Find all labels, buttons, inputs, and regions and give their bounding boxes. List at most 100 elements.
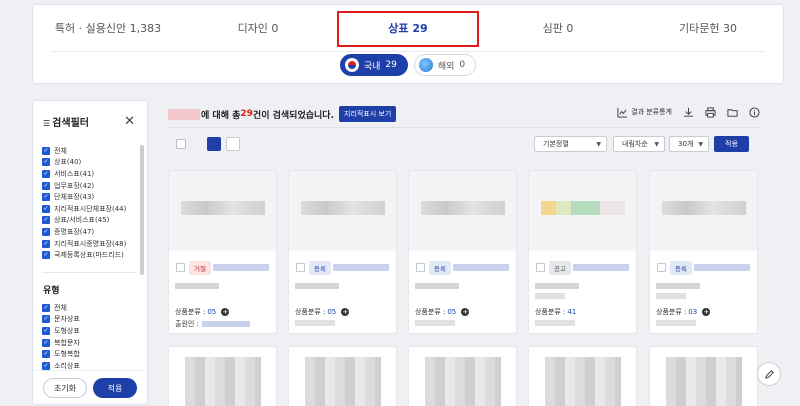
result-card[interactable]: 등록 상품분류 : 05 +	[408, 170, 517, 334]
class-label: 상품분류 :	[656, 308, 687, 316]
filter-checkbox[interactable]: ✓ 상표(40)	[42, 157, 142, 169]
stats-label: 결과 분류통계	[631, 108, 672, 116]
stats-button[interactable]: 결과 분류통계	[616, 106, 672, 118]
result-card[interactable]: 등록 상품분류 : 05 +	[288, 170, 397, 334]
select-all-checkbox[interactable]	[176, 139, 186, 149]
blurred-text	[415, 320, 455, 326]
plus-icon[interactable]: +	[702, 308, 711, 316]
region-overseas-count: 0	[459, 60, 466, 70]
filter-checkbox[interactable]: ✓ 복합문자	[42, 337, 142, 349]
region-overseas-button[interactable]: 해외 0	[413, 54, 477, 76]
plus-icon[interactable]: +	[341, 308, 350, 316]
blurred-text	[295, 283, 339, 289]
result-card[interactable]	[528, 346, 637, 406]
filter-checkbox[interactable]: ✓ 서비스표(41)	[42, 168, 142, 180]
result-card[interactable]: 거절 상품분류 : 05 + 출원인 :	[168, 170, 277, 334]
filter-title: 검색필터	[52, 118, 89, 129]
order-select[interactable]: 내림차순 ▼	[613, 136, 665, 152]
card-checkbox[interactable]	[296, 263, 305, 272]
blurred-title	[694, 264, 750, 271]
blurred-mark	[425, 357, 501, 406]
blurred-mark	[666, 357, 742, 406]
download-icon[interactable]	[682, 106, 694, 118]
reset-button[interactable]: 초기화	[43, 378, 87, 398]
trademark-image	[529, 171, 636, 251]
result-card[interactable]	[649, 346, 758, 406]
blurred-text	[295, 320, 335, 326]
page-size-select[interactable]: 30개 ▼	[669, 136, 709, 152]
blurred-title	[453, 264, 509, 271]
list-view-icon[interactable]	[226, 137, 240, 151]
card-checkbox[interactable]	[176, 263, 185, 272]
tab-other-docs[interactable]: 기타문헌 30	[633, 5, 783, 51]
applicant: 출원인 :	[175, 319, 250, 329]
tab-other-docs-label: 기타문헌 30	[679, 22, 737, 35]
folder-icon[interactable]	[726, 106, 738, 118]
sort-select[interactable]: 기본정렬 ▼	[534, 136, 607, 152]
checkbox-checked-icon: ✓	[42, 303, 50, 312]
close-icon[interactable]: ✕	[124, 114, 135, 129]
filter-label: 상표/서비스표(45)	[54, 216, 110, 225]
plus-icon[interactable]: +	[461, 308, 470, 316]
checkbox-checked-icon: ✓	[42, 338, 50, 347]
card-checkbox[interactable]	[657, 263, 666, 272]
checkbox-checked-icon: ✓	[42, 251, 50, 260]
blurred-mark	[301, 201, 385, 215]
status-badge: 등록	[429, 261, 451, 275]
filter-checkbox[interactable]: ✓ 지리적표시증명표장(48)	[42, 238, 142, 250]
checkbox-checked-icon: ✓	[42, 350, 50, 359]
filter-checkbox[interactable]: ✓ 문자상표	[42, 314, 142, 326]
filter-checkbox[interactable]: ✓ 상표/서비스표(45)	[42, 215, 142, 227]
blurred-title	[333, 264, 389, 271]
filter-checkbox[interactable]: ✓ 지리적표시단체표장(44)	[42, 203, 142, 215]
controls-apply-button[interactable]: 적용	[714, 136, 749, 152]
goods-class: 상품분류 : 05 +	[295, 307, 350, 317]
result-card[interactable]	[408, 346, 517, 406]
checkbox-checked-icon: ✓	[42, 158, 50, 167]
type-section-title: 유형	[43, 286, 60, 296]
filter-checkbox[interactable]: ✓ 도형복합	[42, 348, 142, 360]
class-number: 03	[688, 308, 698, 316]
blurred-text	[535, 293, 565, 299]
region-domestic-button[interactable]: 국내 29	[339, 54, 408, 76]
edit-icon[interactable]	[757, 362, 781, 386]
tab-trial-label: 심판 0	[542, 22, 574, 35]
plus-icon[interactable]: +	[221, 308, 230, 316]
class-number: 05	[207, 308, 217, 316]
tab-trial[interactable]: 심판 0	[483, 5, 633, 51]
chevron-down-icon: ▼	[654, 140, 659, 148]
blurred-mark	[421, 201, 505, 215]
filter-checkbox[interactable]: ✓ 국제등록상표(마드리드)	[42, 249, 142, 261]
filter-label: 지리적표시증명표장(48)	[54, 239, 127, 248]
filter-checkbox[interactable]: ✓ 단체표장(43)	[42, 191, 142, 203]
result-type-panel: 특허 · 실용신안 1,383 디자인 0 상표 29 심판 0 기타문헌 30…	[32, 4, 784, 84]
chart-icon	[616, 106, 628, 118]
tab-patent-label: 특허 · 실용신안 1,383	[54, 22, 162, 35]
tab-patent[interactable]: 특허 · 실용신안 1,383	[33, 5, 183, 51]
print-icon[interactable]	[704, 106, 716, 118]
filter-checkbox[interactable]: ✓ 도형상표	[42, 325, 142, 337]
result-suffix: 건이 검색되었습니다.	[252, 110, 334, 121]
filter-apply-button[interactable]: 적용	[93, 378, 137, 398]
geo-indication-button[interactable]: 지리적표시 보기	[339, 106, 397, 122]
result-card[interactable]	[168, 346, 277, 406]
grid-view-icon[interactable]	[207, 137, 221, 151]
result-card[interactable]: 등록 상품분류 : 03 +	[649, 170, 758, 334]
search-filter-panel: ☰ 검색필터 ✕ ✓ 전체 ✓ 상표(40) ✓ 서비스표(41) ✓ 업무표장(42) …	[32, 100, 148, 405]
chevron-down-icon: ▼	[596, 140, 601, 148]
result-card[interactable]: 공고 상품분류 : 41	[528, 170, 637, 334]
result-card[interactable]	[288, 346, 397, 406]
checkbox-checked-icon: ✓	[42, 239, 50, 248]
info-icon[interactable]	[748, 106, 760, 118]
filter-checkbox[interactable]: ✓ 증명표장(47)	[42, 226, 142, 238]
tab-design[interactable]: 디자인 0	[183, 5, 333, 51]
tab-trademark[interactable]: 상표 29	[333, 5, 483, 51]
card-checkbox[interactable]	[536, 263, 545, 272]
filter-checkbox[interactable]: ✓ 전체	[42, 302, 142, 314]
card-checkbox[interactable]	[416, 263, 425, 272]
filter-checkbox[interactable]: ✓ 전체	[42, 145, 142, 157]
filter-label: 문자상표	[54, 315, 80, 324]
filter-checkbox[interactable]: ✓ 업무표장(42)	[42, 180, 142, 192]
blurred-mark	[545, 357, 621, 406]
list-controls: 기본정렬 ▼ 내림차순 ▼ 30개 ▼ 적용	[168, 136, 760, 154]
